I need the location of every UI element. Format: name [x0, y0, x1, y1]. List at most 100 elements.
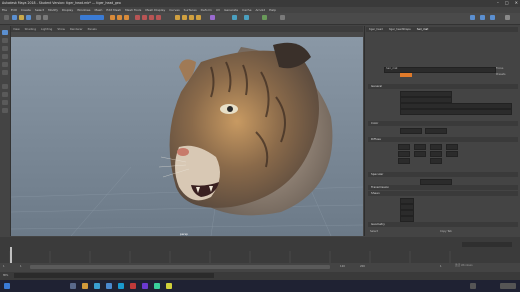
workspace-icon[interactable]	[505, 15, 510, 20]
menu-uv[interactable]: UV	[216, 8, 220, 12]
range-slider-bar[interactable]	[30, 265, 330, 269]
range-start-field[interactable]: 1	[3, 265, 5, 268]
menu-file[interactable]: File	[2, 8, 7, 12]
menu-arnold[interactable]: Arnold	[255, 8, 265, 12]
time-slider[interactable]	[0, 237, 520, 263]
select-hierarchy-icon[interactable]	[110, 15, 115, 20]
diffuse-field-1[interactable]	[398, 144, 410, 150]
ipr-render-icon[interactable]	[182, 15, 187, 20]
metalness-slider[interactable]	[400, 109, 512, 115]
move-tool-icon[interactable]	[2, 54, 8, 59]
close-button[interactable]: ✕	[515, 0, 518, 7]
section-transmission[interactable]: Transmission	[368, 185, 518, 190]
playback-start-field[interactable]: 1	[20, 265, 22, 268]
taskbar-app-4-icon[interactable]	[106, 283, 112, 289]
panel-menu-lighting[interactable]: Lighting	[41, 27, 52, 31]
snap-view-icon[interactable]	[156, 15, 161, 20]
panel-menu-view[interactable]: View	[13, 27, 20, 31]
menu-cache[interactable]: Cache	[242, 8, 251, 12]
focus-button[interactable]: Focus	[496, 67, 503, 70]
copy-tab-button[interactable]: Copy Tab	[440, 230, 452, 233]
file-explorer-icon[interactable]	[82, 283, 88, 289]
presets-button[interactable]: Presets	[496, 73, 505, 76]
open-scene-icon[interactable]	[19, 15, 24, 20]
maya-icon[interactable]	[118, 283, 124, 289]
redo-icon[interactable]	[43, 15, 48, 20]
hypershade-icon[interactable]	[196, 15, 201, 20]
section-diffuse[interactable]: Diffuse	[368, 137, 518, 142]
menu-help[interactable]: Help	[269, 8, 276, 12]
lasso-tool-icon[interactable]	[2, 38, 8, 43]
live-surface-icon[interactable]	[280, 15, 285, 20]
current-frame-field[interactable]: 1	[440, 265, 442, 268]
outliner-layout-icon[interactable]	[2, 100, 8, 105]
menu-deform[interactable]: Deform	[201, 8, 212, 12]
start-icon[interactable]	[4, 283, 10, 289]
section-general[interactable]: General	[368, 84, 518, 89]
tab-hair-mat[interactable]: hair_mat	[417, 27, 428, 32]
menu-display[interactable]: Display	[62, 8, 73, 12]
section-geometry[interactable]: Geometry	[368, 222, 518, 227]
snap-point-icon[interactable]	[149, 15, 154, 20]
diffuse-field-9[interactable]	[398, 158, 410, 164]
snap-grid-icon[interactable]	[135, 15, 140, 20]
select-mask-dropdown[interactable]	[80, 15, 104, 20]
panel-menu-panels[interactable]: Panels	[88, 27, 97, 31]
taskbar-app-6-icon[interactable]	[130, 283, 136, 289]
tab-tiger-head[interactable]: tiger_head	[369, 27, 383, 32]
viewport-3d[interactable]	[11, 37, 363, 236]
four-view-icon[interactable]	[2, 92, 8, 97]
attribute-editor-toggle-icon[interactable]	[480, 15, 485, 20]
section-sheen[interactable]: Sheen	[368, 191, 518, 196]
menu-modify[interactable]: Modify	[48, 8, 58, 12]
mode-selector-icon[interactable]	[4, 15, 9, 20]
diffuse-field-4[interactable]	[446, 144, 458, 150]
snap-curve-icon[interactable]	[142, 15, 147, 20]
color-swatch[interactable]	[400, 73, 412, 77]
xgen-icon[interactable]	[232, 15, 237, 20]
render-settings-icon[interactable]	[189, 15, 194, 20]
menu-surfaces[interactable]: Surfaces	[184, 8, 197, 12]
render-icon[interactable]	[175, 15, 180, 20]
menu-mesh-tools[interactable]: Mesh Tools	[125, 8, 141, 12]
diffuse-field-3[interactable]	[430, 144, 442, 150]
range-end-field[interactable]: 200	[360, 265, 365, 268]
minimize-button[interactable]: –	[497, 0, 499, 7]
command-input[interactable]	[14, 273, 214, 278]
menu-select[interactable]: Select	[35, 8, 44, 12]
system-tray-icon[interactable]	[470, 283, 476, 289]
graph-editor-layout-icon[interactable]	[2, 108, 8, 113]
scale-tool-icon[interactable]	[2, 70, 8, 75]
diffuse-field-10[interactable]	[430, 158, 442, 164]
playback-controls[interactable]	[462, 242, 512, 247]
select-button[interactable]: Select	[370, 230, 378, 233]
sculpt-icon[interactable]	[244, 15, 249, 20]
paint-select-icon[interactable]	[2, 46, 8, 51]
single-view-icon[interactable]	[2, 84, 8, 89]
tool-settings-toggle-icon[interactable]	[490, 15, 495, 20]
section-color[interactable]: Color	[368, 121, 518, 126]
menu-windows[interactable]: Windows	[77, 8, 90, 12]
menu-generate[interactable]: Generate	[224, 8, 238, 12]
tab-tiger-head-shape[interactable]: tiger_headShape	[389, 27, 411, 32]
panel-menu-renderer[interactable]: Renderer	[70, 27, 83, 31]
diffuse-field-2[interactable]	[414, 144, 426, 150]
playback-end-field[interactable]: 120	[340, 265, 345, 268]
select-component-icon[interactable]	[124, 15, 129, 20]
diffuse-field-5[interactable]	[398, 151, 410, 157]
select-object-icon[interactable]	[117, 15, 122, 20]
diffuse-field-8[interactable]	[446, 151, 458, 157]
menu-create[interactable]: Create	[21, 8, 31, 12]
menu-edit-mesh[interactable]: Edit Mesh	[106, 8, 121, 12]
taskbar-app-8-icon[interactable]	[154, 283, 160, 289]
diffuse-field-6[interactable]	[414, 151, 426, 157]
panel-menu-shading[interactable]: Shading	[25, 27, 36, 31]
menu-curves[interactable]: Curves	[169, 8, 179, 12]
taskbar-app-9-icon[interactable]	[166, 283, 172, 289]
new-scene-icon[interactable]	[12, 15, 17, 20]
undo-icon[interactable]	[36, 15, 41, 20]
taskbar-app-7-icon[interactable]	[142, 283, 148, 289]
clock[interactable]	[500, 283, 516, 289]
menu-mesh[interactable]: Mesh	[95, 8, 103, 12]
maximize-button[interactable]: □	[505, 0, 509, 7]
